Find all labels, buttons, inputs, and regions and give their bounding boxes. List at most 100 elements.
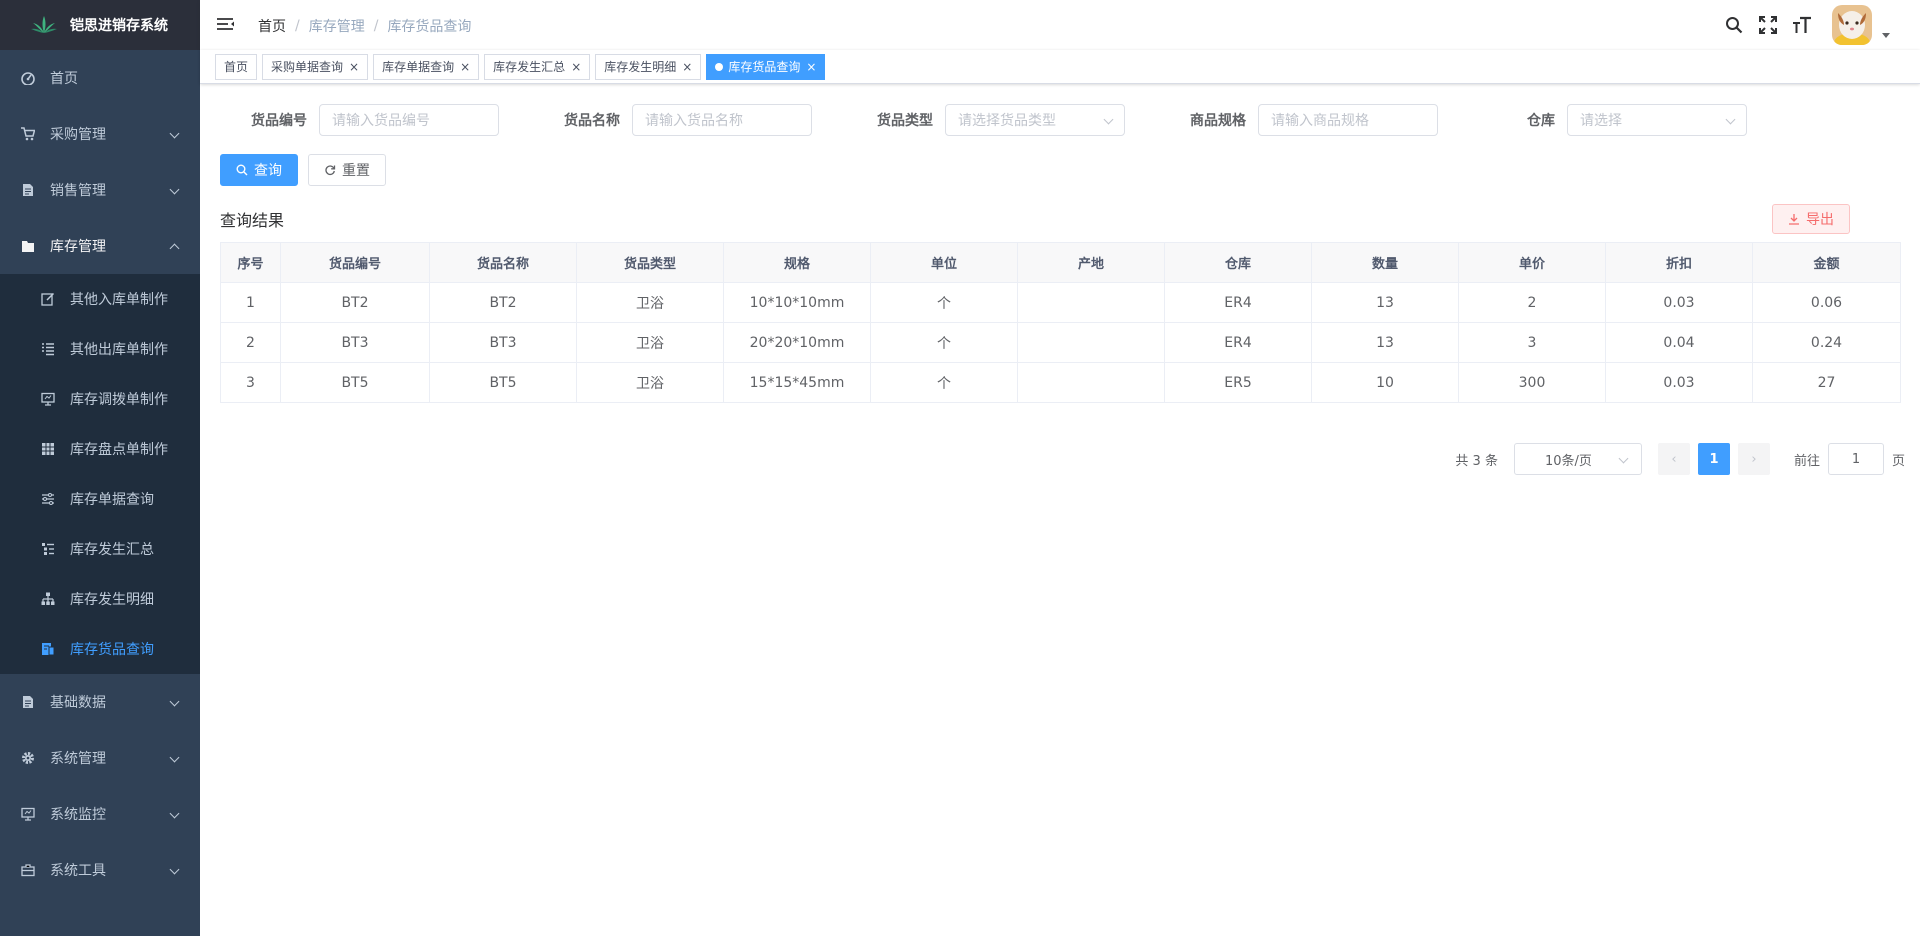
sidebar-item-tools[interactable]: 系统工具 [0, 842, 200, 898]
form-label: 货品类型 [877, 113, 933, 129]
sidebar-item-monitor[interactable]: 系统监控 [0, 786, 200, 842]
sidebar-item-other-inbound[interactable]: 其他入库单制作 [0, 274, 200, 324]
hamburger-icon[interactable] [216, 15, 236, 35]
column-header: 单价 [1458, 242, 1606, 283]
tag-home[interactable]: 首页 [215, 53, 258, 80]
prev-page-button[interactable]: ‹ [1657, 443, 1690, 475]
sidebar-item-goods-query[interactable]: 库存货品查询 [0, 624, 200, 674]
table-cell: 1 [220, 282, 281, 323]
sidebar-item-sales[interactable]: 销售管理 [0, 162, 200, 218]
column-header: 数量 [1311, 242, 1459, 283]
grid-icon [40, 441, 56, 457]
tag-inventory-summary[interactable]: 库存发生汇总 × [484, 53, 591, 80]
input-placeholder: 请输入货品名称 [645, 113, 743, 129]
close-icon[interactable]: × [806, 55, 816, 79]
sidebar-item-summary[interactable]: 库存发生汇总 [0, 524, 200, 574]
table-cell: 13 [1311, 282, 1459, 323]
breadcrumb-separator: / [373, 18, 379, 34]
table-row[interactable]: 2 BT3 BT3 卫浴 20*20*10mm 个 ER4 13 3 0.04 … [220, 322, 1901, 363]
goto-page-input[interactable]: 1 [1827, 443, 1884, 475]
sidebar-item-other-outbound[interactable]: 其他出库单制作 [0, 324, 200, 374]
breadcrumb: 首页 / 库存管理 / 库存货品查询 [258, 16, 471, 36]
form-item-warehouse: 仓库 请选择 [1527, 104, 1747, 136]
sidebar-item-purchase[interactable]: 采购管理 [0, 106, 200, 162]
caret-down-icon[interactable] [1882, 32, 1890, 38]
inventory-submenu: 其他入库单制作 其他出库单制作 库存调拨单制作 库存盘点单制作 库存单据查询 库… [0, 274, 200, 674]
sidebar-item-label: 系统管理 [50, 751, 106, 767]
sidebar-item-basic-data[interactable]: 基础数据 [0, 674, 200, 730]
search-icon[interactable] [1724, 15, 1744, 35]
main-content: 货品编号 请输入货品编号 货品名称 请输入货品名称 货品类型 请选择货品类型 商… [200, 84, 1920, 936]
tag-label: 库存单据查询 [382, 59, 455, 74]
table-cell: BT2 [429, 282, 577, 323]
avatar[interactable] [1832, 5, 1872, 45]
table-cell: 10 [1311, 362, 1459, 403]
close-icon[interactable]: × [571, 55, 581, 79]
next-page-button[interactable]: › [1737, 443, 1770, 475]
sidebar-item-detail[interactable]: 库存发生明细 [0, 574, 200, 624]
sidebar-item-stocktake[interactable]: 库存盘点单制作 [0, 424, 200, 474]
tag-purchase-query[interactable]: 采购单据查询 × [262, 53, 369, 80]
table-cell: 个 [870, 282, 1018, 323]
close-icon[interactable]: × [682, 55, 692, 79]
page-size-value: 10条/页 [1544, 453, 1592, 469]
close-icon[interactable]: × [460, 55, 470, 79]
table-row[interactable]: 1 BT2 BT2 卫浴 10*10*10mm 个 ER4 13 2 0.03 … [220, 282, 1901, 323]
export-button[interactable]: 导出 [1772, 204, 1850, 234]
table-cell: 0.03 [1605, 362, 1753, 403]
warehouse-select[interactable]: 请选择 [1567, 104, 1747, 136]
reset-button[interactable]: 重置 [308, 154, 386, 186]
column-header: 仓库 [1164, 242, 1312, 283]
sidebar-item-transfer[interactable]: 库存调拨单制作 [0, 374, 200, 424]
fullscreen-icon[interactable] [1758, 15, 1778, 35]
font-size-icon[interactable] [1792, 15, 1812, 35]
monitor-icon [40, 391, 56, 407]
column-header: 货品类型 [576, 242, 724, 283]
goods-name-input[interactable]: 请输入货品名称 [632, 104, 812, 136]
page-number-button[interactable]: 1 [1697, 443, 1730, 475]
sidebar-item-system[interactable]: 系统管理 [0, 730, 200, 786]
chevron-right-icon: › [1751, 451, 1757, 467]
chevron-down-icon [1618, 453, 1629, 464]
breadcrumb-home[interactable]: 首页 [258, 16, 286, 36]
breadcrumb-inventory[interactable]: 库存管理 [309, 16, 365, 36]
tag-inventory-doc-query[interactable]: 库存单据查询 × [373, 53, 480, 80]
search-button[interactable]: 查询 [220, 154, 298, 186]
org-chart-icon [40, 591, 56, 607]
close-icon[interactable]: × [349, 55, 359, 79]
chevron-down-icon [169, 752, 180, 763]
sidebar-item-label: 系统工具 [50, 863, 106, 879]
table-cell: BT2 [280, 282, 430, 323]
page-size-select[interactable]: 10条/页 [1513, 443, 1642, 475]
folder-icon [20, 238, 36, 254]
pagination-total: 共 3 条 [1455, 453, 1498, 469]
document-icon [20, 182, 36, 198]
table-header-row: 序号 货品编号 货品名称 货品类型 规格 单位 产地 仓库 数量 单价 折扣 金… [220, 242, 1901, 283]
spec-input[interactable]: 请输入商品规格 [1258, 104, 1438, 136]
result-title: 查询结果 [220, 211, 285, 230]
sidebar-item-inventory[interactable]: 库存管理 [0, 218, 200, 274]
tag-label: 库存发生汇总 [493, 59, 566, 74]
sidebar-item-doc-query[interactable]: 库存单据查询 [0, 474, 200, 524]
goods-code-input[interactable]: 请输入货品编号 [319, 104, 499, 136]
sidebar-item-label: 采购管理 [50, 127, 106, 143]
toolbox-icon [20, 862, 36, 878]
tag-inventory-detail[interactable]: 库存发生明细 × [595, 53, 702, 80]
tag-label: 库存货品查询 [728, 59, 801, 74]
form-item-goods-name: 货品名称 请输入货品名称 [564, 104, 812, 136]
table-row[interactable]: 3 BT5 BT5 卫浴 15*15*45mm 个 ER5 10 300 0.0… [220, 362, 1901, 403]
tag-goods-query[interactable]: 库存货品查询 × [706, 53, 826, 80]
sidebar-item-label: 库存货品查询 [70, 642, 154, 658]
table-cell: BT5 [429, 362, 577, 403]
column-header: 产地 [1017, 242, 1165, 283]
chevron-down-icon [169, 128, 180, 139]
table-cell: 0.24 [1752, 322, 1901, 363]
query-form: 货品编号 请输入货品编号 货品名称 请输入货品名称 货品类型 请选择货品类型 商… [220, 104, 1900, 136]
table-cell: ER5 [1164, 362, 1312, 403]
table-cell: 300 [1458, 362, 1606, 403]
column-header: 货品编号 [280, 242, 430, 283]
sidebar-item-home[interactable]: 首页 [0, 50, 200, 106]
app-logo: 铠思进销存系统 [0, 0, 200, 50]
goods-type-select[interactable]: 请选择货品类型 [945, 104, 1125, 136]
table-cell: 3 [1458, 322, 1606, 363]
